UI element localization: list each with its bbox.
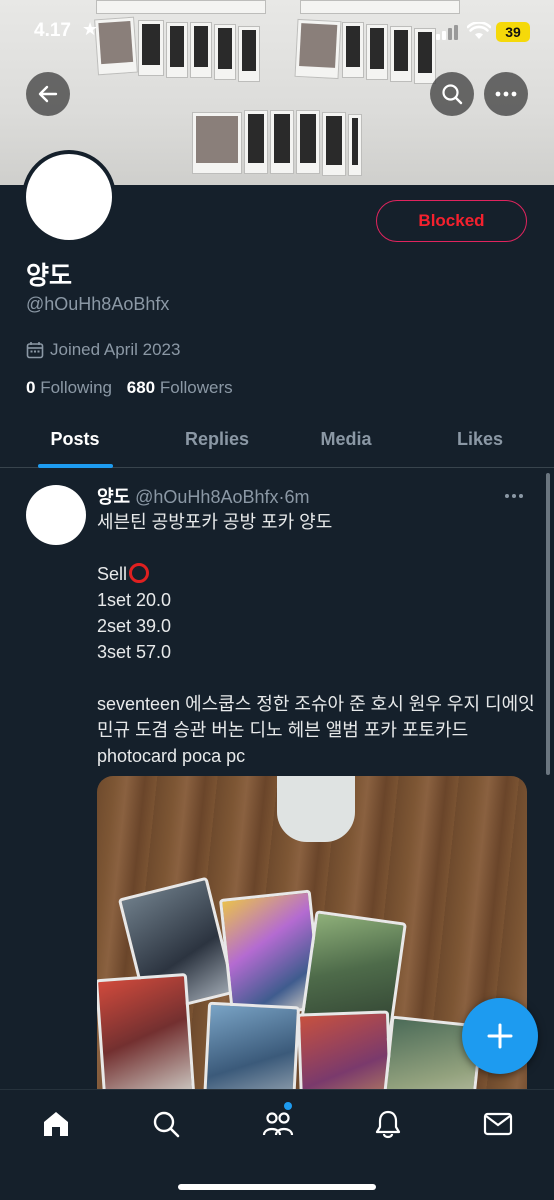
search-icon bbox=[442, 84, 463, 105]
post-line: 세븐틴 공방포카 공방 포카 양도 bbox=[97, 512, 333, 532]
post-author-handle[interactable]: @hOuHh8AoBhfx bbox=[135, 487, 278, 507]
cellular-signal-icon bbox=[436, 24, 458, 40]
profile-display-name: 양도 bbox=[26, 262, 73, 290]
joined-date: Joined April 2023 bbox=[26, 340, 180, 360]
notification-dot bbox=[284, 1102, 292, 1110]
compose-post-button[interactable] bbox=[462, 998, 538, 1074]
calendar-icon bbox=[26, 342, 44, 359]
post-author-name[interactable]: 양도 bbox=[97, 487, 130, 507]
more-options-icon bbox=[505, 494, 523, 498]
tab-media[interactable]: Media bbox=[297, 414, 395, 468]
tab-replies[interactable]: Replies bbox=[168, 414, 266, 468]
tab-posts[interactable]: Posts bbox=[26, 414, 124, 468]
battery-indicator: 39 bbox=[496, 22, 530, 42]
bottom-navigation bbox=[0, 1089, 554, 1200]
post-photo[interactable] bbox=[97, 776, 527, 1110]
communities-icon bbox=[262, 1112, 294, 1136]
profile-avatar[interactable] bbox=[22, 150, 116, 244]
home-indicator bbox=[178, 1184, 376, 1190]
sell-label: Sell bbox=[97, 564, 128, 584]
post-more-button[interactable] bbox=[504, 483, 524, 504]
status-bar: 4.17 ★ 39 bbox=[0, 0, 554, 64]
blocked-button[interactable]: Blocked bbox=[376, 200, 527, 242]
post-header: 양도 @hOuHh8AoBhfx·6m bbox=[97, 483, 310, 509]
messages-envelope-icon bbox=[483, 1112, 513, 1136]
profile-handle: @hOuHh8AoBhfx bbox=[26, 294, 170, 314]
photocard bbox=[97, 972, 196, 1100]
post-line: 1set 20.0 bbox=[97, 590, 172, 610]
following-label: Following bbox=[40, 378, 113, 397]
following-link[interactable]: 0 Following bbox=[26, 378, 112, 397]
banner-photo bbox=[296, 110, 320, 174]
home-icon bbox=[44, 1112, 68, 1136]
banner-photo bbox=[244, 110, 268, 174]
followers-count: 680 bbox=[126, 378, 156, 397]
banner-photo bbox=[270, 110, 294, 174]
nav-communities[interactable] bbox=[258, 1106, 298, 1142]
banner-photo bbox=[192, 112, 242, 174]
post-line: 3set 57.0 bbox=[97, 642, 172, 662]
search-icon bbox=[153, 1111, 180, 1138]
profile-tabs: Posts Replies Media Likes bbox=[0, 414, 554, 468]
followers-label: Followers bbox=[159, 378, 233, 397]
post-tags: seventeen 에스쿱스 정한 조슈아 준 호시 원우 우지 디에잇 민규 … bbox=[97, 694, 535, 766]
post-line-sell: Sell bbox=[97, 561, 537, 587]
status-time: 4.17 bbox=[34, 20, 71, 41]
search-profile-button[interactable] bbox=[430, 72, 474, 116]
followers-link[interactable]: 680 Followers bbox=[127, 378, 233, 397]
back-button[interactable] bbox=[26, 72, 70, 116]
nav-home[interactable] bbox=[36, 1106, 76, 1142]
post-author-avatar[interactable] bbox=[26, 485, 86, 545]
plus-icon bbox=[487, 1023, 513, 1049]
post-line: 2set 39.0 bbox=[97, 616, 172, 636]
photo-object bbox=[277, 776, 355, 842]
follow-stats: 0 Following 680 Followers bbox=[26, 378, 233, 398]
post-text: 세븐틴 공방포카 공방 포카 양도 Sell 1set 20.0 2set 39… bbox=[97, 509, 537, 769]
star-icon: ★ bbox=[82, 19, 99, 39]
more-options-icon bbox=[495, 91, 517, 97]
notifications-bell-icon bbox=[375, 1110, 401, 1139]
following-count: 0 bbox=[26, 378, 36, 397]
scrollbar[interactable] bbox=[546, 473, 550, 775]
red-circle-icon bbox=[129, 563, 150, 583]
nav-notifications[interactable] bbox=[368, 1106, 408, 1142]
nav-search[interactable] bbox=[146, 1106, 186, 1142]
active-tab-indicator bbox=[38, 464, 113, 468]
banner-photo bbox=[322, 112, 346, 176]
more-options-button[interactable] bbox=[484, 72, 528, 116]
tab-likes[interactable]: Likes bbox=[431, 414, 529, 468]
nav-messages[interactable] bbox=[478, 1106, 518, 1142]
back-arrow-icon bbox=[38, 85, 58, 103]
banner-photo bbox=[348, 114, 362, 176]
wifi-icon bbox=[467, 22, 491, 39]
joined-text: Joined April 2023 bbox=[50, 340, 181, 359]
post-time: 6m bbox=[284, 487, 310, 507]
